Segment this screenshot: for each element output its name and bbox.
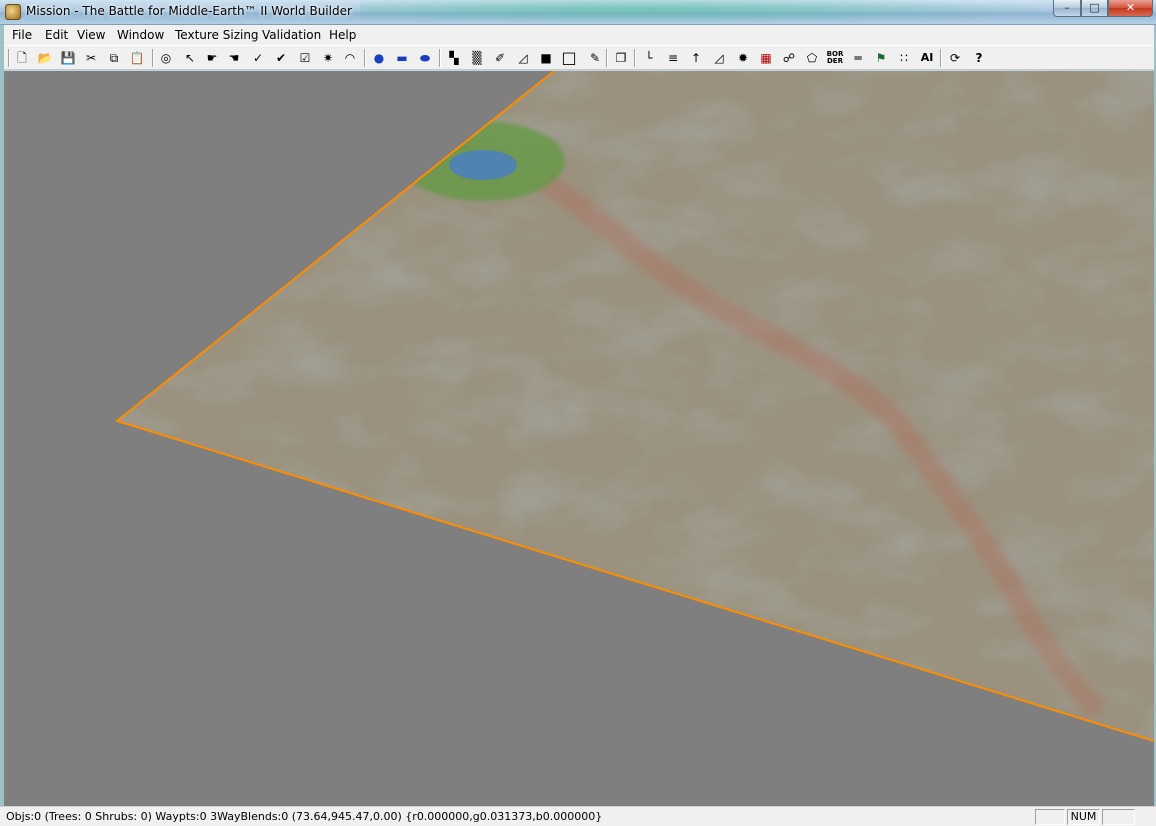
terrain-raise-icon[interactable]: ◠	[342, 50, 358, 66]
map-viewport[interactable]	[4, 71, 1154, 806]
brush-icon[interactable]: ✓	[250, 50, 266, 66]
menu-window[interactable]: Window	[117, 28, 164, 42]
menu-bar: File Edit View Window Texture Sizing Val…	[4, 25, 1154, 45]
brush-smooth-icon[interactable]: ☑	[297, 50, 313, 66]
cut-icon[interactable]: ✂	[83, 50, 99, 66]
waypoint-icon[interactable]: ☍	[781, 50, 797, 66]
timer-icon[interactable]: ⟳	[947, 50, 963, 66]
contour-icon[interactable]: ≡	[665, 50, 681, 66]
eyedropper-icon[interactable]: ✐	[492, 50, 508, 66]
black-square-icon[interactable]: ■	[538, 50, 554, 66]
status-text: Objs:0 (Trees: 0 Shrubs: 0) Waypts:0 3Wa…	[6, 810, 603, 823]
toolbar-separator	[152, 49, 154, 67]
terrain-render[interactable]	[4, 71, 1154, 806]
road-icon[interactable]: ═	[850, 50, 866, 66]
menu-view[interactable]: View	[77, 28, 105, 42]
brush-add-icon[interactable]: ✔	[273, 50, 289, 66]
close-button[interactable]: ✕	[1108, 0, 1153, 17]
rotate-tool-icon[interactable]: ☚	[226, 50, 242, 66]
toolbar-separator	[364, 49, 366, 67]
menu-file[interactable]: File	[12, 28, 32, 42]
team-icon[interactable]: ⚑	[873, 50, 889, 66]
menu-validation[interactable]: Validation	[262, 28, 321, 42]
move-tool-icon[interactable]: ☛	[204, 50, 220, 66]
tree-icon[interactable]: ↑	[688, 50, 704, 66]
copy-paste-objects-icon[interactable]: ❐	[613, 50, 629, 66]
minimize-button[interactable]: –	[1053, 0, 1081, 17]
new-file-icon[interactable]: 🗋	[14, 50, 30, 66]
scripts-icon[interactable]: ∷	[896, 50, 912, 66]
ai-icon[interactable]: AI	[919, 50, 935, 66]
blob-icon[interactable]: ✹	[735, 50, 751, 66]
app-icon[interactable]	[5, 4, 21, 20]
window-title: Mission - The Battle for Middle-Earth™ I…	[26, 4, 352, 18]
fill-bucket-icon[interactable]: ◿	[515, 50, 531, 66]
menu-help[interactable]: Help	[329, 28, 356, 42]
water-area-icon[interactable]: ▬	[394, 50, 410, 66]
ramp-icon[interactable]: ◿	[711, 50, 727, 66]
texture-grid-icon[interactable]: ▒	[469, 50, 485, 66]
menu-texture-sizing[interactable]: Texture Sizing	[175, 28, 259, 42]
toolbar-separator	[439, 49, 441, 67]
toolbar-separator	[8, 49, 10, 67]
status-pane	[1035, 809, 1065, 825]
open-folder-icon[interactable]: 📂	[37, 50, 53, 66]
water-icon[interactable]: ●	[371, 50, 387, 66]
axis-icon[interactable]: └	[641, 50, 657, 66]
title-bar: Mission - The Battle for Middle-Earth™ I…	[0, 0, 1156, 25]
title-bar-glow	[360, 0, 1060, 24]
select-area-icon[interactable]: ◎	[158, 50, 174, 66]
water-fill-icon[interactable]: ⬬	[417, 50, 433, 66]
water-pool	[449, 150, 517, 180]
status-pane	[1102, 809, 1135, 825]
polygon-icon[interactable]: ⬠	[804, 50, 820, 66]
toolbar-separator	[940, 49, 942, 67]
maximize-button[interactable]: □	[1081, 0, 1108, 17]
num-lock-indicator: NUM	[1067, 809, 1100, 825]
pen-edit-icon[interactable]: ✎	[587, 50, 603, 66]
status-bar: Objs:0 (Trees: 0 Shrubs: 0) Waypts:0 3Wa…	[0, 806, 1156, 826]
toolbar-separator	[606, 49, 608, 67]
toolbar: 🗋 📂 💾 ✂ ⧉ 📋 ◎ ↖ ☛ ☚ ✓ ✔ ☑ ✷ ◠ ● ▬ ⬬ ▚ ▒ …	[4, 45, 1154, 70]
feather-icon[interactable]: ✷	[320, 50, 336, 66]
copy-icon[interactable]: ⧉	[106, 50, 122, 66]
outline-square-icon[interactable]: □	[561, 50, 577, 66]
save-icon[interactable]: 💾	[60, 50, 76, 66]
toolbar-separator	[634, 49, 636, 67]
help-icon[interactable]: ?	[971, 50, 987, 66]
tile-paint-icon[interactable]: ▚	[446, 50, 462, 66]
menu-edit[interactable]: Edit	[45, 28, 68, 42]
border-icon[interactable]: BOR DER	[826, 50, 844, 66]
pointer-icon[interactable]: ↖	[182, 50, 198, 66]
build-grid-icon[interactable]: ▦	[758, 50, 774, 66]
paste-icon[interactable]: 📋	[129, 50, 145, 66]
